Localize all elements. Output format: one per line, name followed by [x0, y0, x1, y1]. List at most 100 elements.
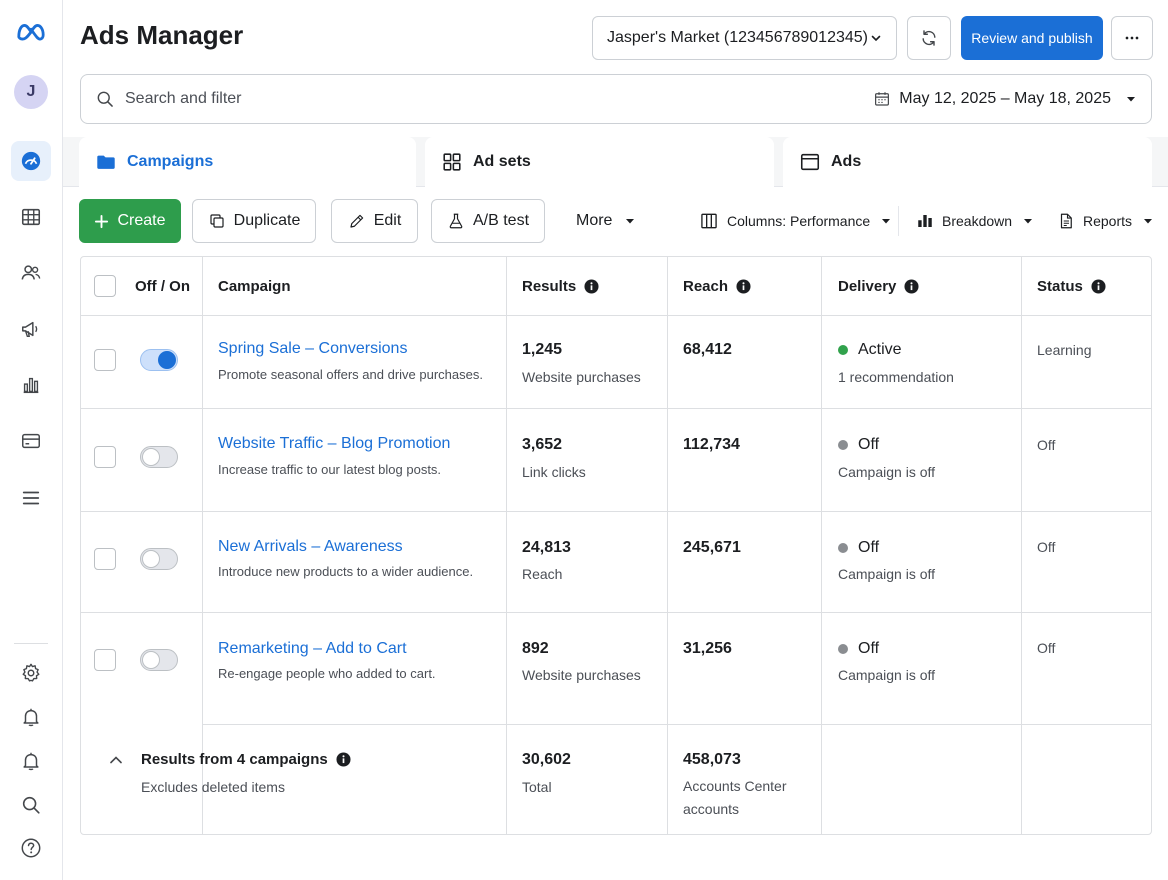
column-header-reach[interactable]: Reach [683, 257, 751, 315]
search-icon [22, 796, 40, 814]
reach-value: 31,256 [683, 640, 732, 657]
nav-search[interactable] [11, 785, 51, 825]
nav-help[interactable] [11, 828, 51, 868]
pencil-icon [350, 214, 363, 228]
nav-settings[interactable] [11, 653, 51, 693]
ab-test-button[interactable]: A/B test [431, 199, 545, 243]
nav-table[interactable] [11, 197, 51, 237]
delivery-status: Off [838, 539, 879, 557]
results-value: 1,245 [522, 341, 563, 358]
campaign-on-off-toggle[interactable] [140, 349, 178, 371]
review-and-publish-button[interactable]: Review and publish [961, 16, 1103, 60]
grid-icon [443, 153, 461, 171]
delivery-status-dot [838, 543, 848, 553]
row-checkbox[interactable] [94, 349, 116, 371]
reports-dropdown[interactable]: Reports [1057, 199, 1154, 243]
caret-down-icon [1144, 219, 1153, 224]
edit-label: Edit [373, 212, 402, 229]
row-checkbox[interactable] [94, 446, 116, 468]
campaign-on-off-toggle[interactable] [140, 446, 178, 468]
bell-icon [23, 752, 39, 771]
more-options-button[interactable] [1111, 16, 1153, 60]
info-icon[interactable] [1091, 278, 1106, 294]
caret-down-icon [1127, 97, 1135, 102]
duplicate-icon [210, 214, 224, 228]
caret-down-icon [1024, 219, 1033, 224]
breakdown-dropdown[interactable]: Breakdown [916, 199, 1034, 243]
campaign-name-link[interactable]: Spring Sale – Conversions [218, 340, 407, 358]
nav-billing[interactable] [11, 421, 51, 461]
edit-button[interactable]: Edit [331, 199, 418, 243]
delivery-recommendation-link[interactable]: 1 recommendation [838, 369, 954, 385]
duplicate-button[interactable]: Duplicate [192, 199, 316, 243]
more-actions-dropdown[interactable]: More [576, 199, 636, 243]
column-divider [1021, 257, 1022, 834]
nav-analytics[interactable] [11, 365, 51, 405]
refresh-button[interactable] [907, 16, 951, 60]
date-range-picker[interactable]: May 12, 2025 – May 18, 2025 [873, 90, 1137, 108]
status-text: Off [1037, 437, 1056, 453]
column-header-results[interactable]: Results [522, 257, 599, 315]
tab-campaigns-label: Campaigns [127, 153, 214, 170]
campaign-description: Promote seasonal offers and drive purcha… [218, 367, 483, 382]
nav-alerts[interactable] [11, 741, 51, 781]
campaign-on-off-toggle[interactable] [140, 649, 178, 671]
left-nav-rail: J [0, 0, 63, 880]
column-header-delivery[interactable]: Delivery [838, 257, 919, 315]
tab-campaigns[interactable]: Campaigns [79, 137, 416, 187]
hamburger-menu-icon [22, 491, 40, 505]
create-button[interactable]: Create [79, 199, 181, 243]
chevron-up-icon[interactable] [108, 752, 124, 768]
results-value: 3,652 [522, 436, 563, 453]
nav-ads-manager[interactable] [11, 141, 51, 181]
delivery-status-label: Off [858, 640, 880, 657]
column-header-status[interactable]: Status [1037, 257, 1106, 315]
info-icon[interactable] [584, 278, 599, 294]
tab-ads[interactable]: Ads [783, 137, 1152, 187]
row-checkbox[interactable] [94, 548, 116, 570]
search-icon [97, 91, 113, 107]
tab-ads-label: Ads [831, 153, 862, 170]
column-header-status-label: Status [1037, 277, 1083, 295]
nav-audiences[interactable] [11, 253, 51, 293]
column-header-campaign[interactable]: Campaign [218, 257, 291, 315]
results-total: 30,602 [522, 751, 571, 768]
status-text: Off [1037, 640, 1056, 656]
campaign-on-off-toggle[interactable] [140, 548, 178, 570]
refresh-icon [922, 30, 936, 46]
campaign-name-link[interactable]: New Arrivals – Awareness [218, 538, 403, 556]
info-icon[interactable] [736, 278, 751, 294]
meta-logo-icon[interactable] [11, 12, 51, 52]
chevron-down-icon [871, 35, 881, 42]
more-label: More [576, 212, 613, 229]
nav-campaigns[interactable] [11, 309, 51, 349]
search-input[interactable] [125, 90, 725, 108]
columns-icon [701, 213, 717, 229]
megaphone-icon [22, 321, 38, 338]
row-checkbox[interactable] [94, 649, 116, 671]
column-header-reach-label: Reach [683, 277, 729, 295]
results-value: 24,813 [522, 539, 571, 556]
select-all-checkbox[interactable] [94, 275, 116, 297]
info-icon[interactable] [336, 752, 351, 767]
people-icon [21, 265, 41, 280]
info-icon[interactable] [904, 278, 919, 294]
status-text: Learning [1037, 342, 1092, 358]
columns-label: Columns: Performance [727, 213, 871, 229]
more-horizontal-icon [1125, 36, 1139, 40]
delivery-status-label: Off [858, 539, 880, 556]
nav-all-tools[interactable] [11, 478, 51, 518]
rail-divider [14, 643, 48, 644]
campaign-name-link[interactable]: Remarketing – Add to Cart [218, 640, 407, 658]
delivery-status-dot [838, 345, 848, 355]
status-text: Off [1037, 539, 1056, 555]
columns-dropdown[interactable]: Columns: Performance [699, 199, 892, 243]
nav-notifications[interactable] [11, 697, 51, 737]
results-type: Link clicks [522, 464, 586, 480]
account-selector[interactable]: Jasper's Market (123456789012345) [592, 16, 897, 60]
tab-ad-sets[interactable]: Ad sets [425, 137, 774, 187]
account-name: Jasper's Market (123456789012345) [607, 29, 868, 46]
row-divider [81, 315, 1151, 316]
avatar[interactable]: J [14, 75, 48, 109]
campaign-name-link[interactable]: Website Traffic – Blog Promotion [218, 435, 450, 453]
